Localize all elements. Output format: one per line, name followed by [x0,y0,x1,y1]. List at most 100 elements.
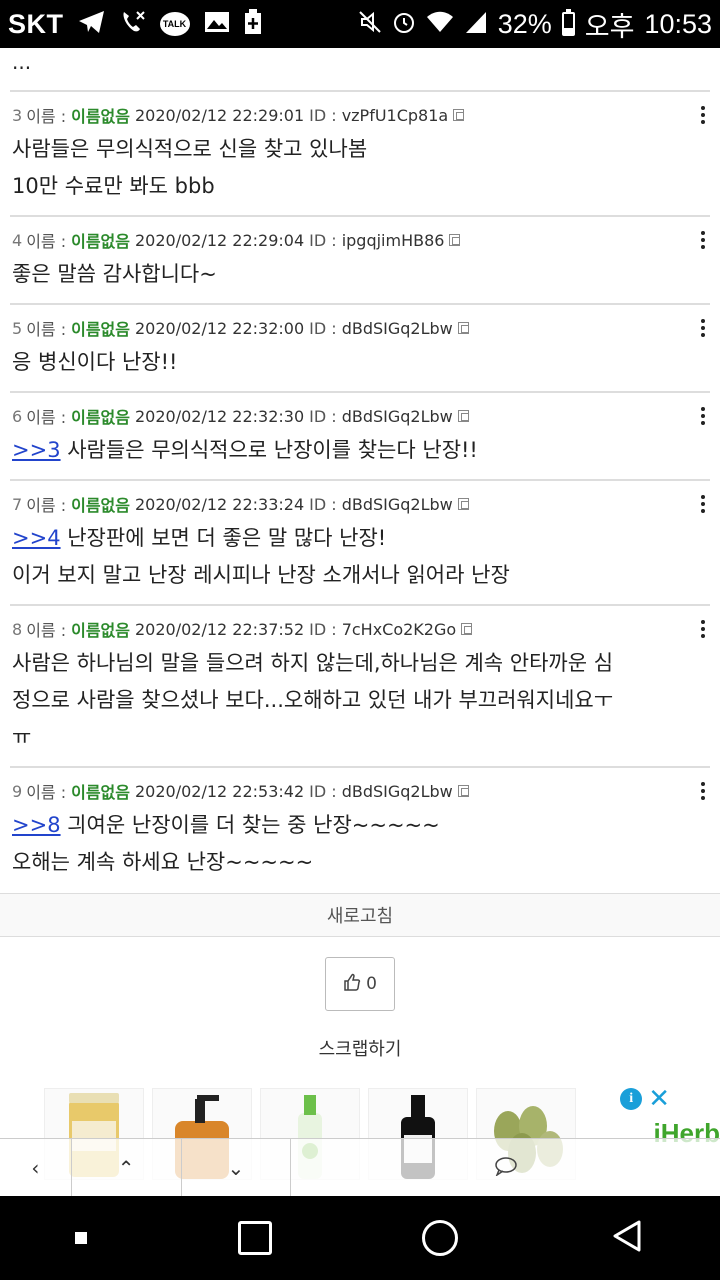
comment-meta: 8 이름 : 이름없음 2020/02/12 22:37:52 ID : 7cH… [12,618,708,640]
comment-line: ㅠ [12,719,708,756]
name-label: 이름 : [26,232,67,251]
more-options-icon[interactable] [700,319,706,337]
comment-line: 응 병신이다 난장!! [12,344,708,381]
menu-dot-icon[interactable] [75,1232,88,1244]
battery-icon [561,9,575,36]
author-id: ipgqjimHB86 [341,230,445,250]
scrap-button[interactable]: 스크랩하기 [0,1035,720,1061]
comment-number[interactable]: 6 [12,407,22,426]
comment-line: >>3 사람들은 무의식적으로 난장이를 찾는다 난장!! [12,432,708,469]
copy-icon[interactable] [457,785,469,797]
home-button[interactable] [422,1220,459,1256]
author-name: 이름없음 [71,232,130,251]
copy-icon[interactable] [457,410,469,422]
gallery-icon [204,11,230,37]
comment-text: 긔여운 난장이를 더 찾는 중 난장~~~~~ [60,813,440,837]
comment-number[interactable]: 9 [12,782,22,801]
comment-text: ㅠ [12,725,32,749]
comment-meta: 7 이름 : 이름없음 2020/02/12 22:33:24 ID : dBd… [12,493,708,515]
reply-anchor-link[interactable]: >>3 [12,438,61,462]
author-id: dBdSIGq2Lbw [341,494,453,514]
copy-icon[interactable] [457,322,469,334]
comment-line: 오해는 계속 하세요 난장~~~~~ [12,844,708,881]
id-label: ID : [309,318,337,338]
alarm-icon [392,10,416,38]
comment-body: 좋은 말씀 감사합니다~ [12,256,708,293]
comment-number[interactable]: 5 [12,319,22,338]
comment-body: >>8 긔여운 난장이를 더 찾는 중 난장~~~~~ 오해는 계속 하세요 난장… [12,807,708,881]
comment-body: 사람은 하나님의 말을 들으려 하지 않는데,하나님은 계속 안타까운 심정으로… [12,645,708,756]
signal-icon [464,10,488,38]
status-bar: SKT TALK 32% 오후 10:53 [0,0,720,48]
copy-icon[interactable] [449,234,461,246]
comment-meta: 9 이름 : 이름없음 2020/02/12 22:53:42 ID : dBd… [12,780,708,802]
comment-text: 10만 수료만 봐도 bbb [12,174,215,198]
thread-content: ... 3 이름 : 이름없음 2020/02/12 22:29:01 ID :… [0,48,720,1061]
comment-number[interactable]: 7 [12,495,22,514]
id-label: ID : [309,230,337,250]
clock: 10:53 [644,8,712,39]
comment-list: 3 이름 : 이름없음 2020/02/12 22:29:01 ID : vzP… [0,90,720,891]
reply-anchor-link[interactable]: >>8 [12,813,61,837]
more-options-icon[interactable] [700,782,706,800]
more-options-icon[interactable] [700,231,706,249]
mute-icon [358,10,382,38]
comment-line: 좋은 말씀 감사합니다~ [12,256,708,293]
comment-date: 2020/02/12 22:53:42 [135,781,305,801]
wifi-icon [426,10,454,38]
name-label: 이름 : [26,496,67,515]
comment-item: 5 이름 : 이름없음 2020/02/12 22:32:00 ID : dBd… [0,305,720,391]
thumbs-up-icon [343,973,361,996]
scroll-down-button[interactable]: ⌄ [182,1139,292,1197]
author-name: 이름없음 [71,408,130,427]
comment-meta: 4 이름 : 이름없음 2020/02/12 22:29:04 ID : ipg… [12,229,708,251]
comment-item: 7 이름 : 이름없음 2020/02/12 22:33:24 ID : dBd… [0,481,720,604]
comment-date: 2020/02/12 22:29:04 [135,230,305,250]
comment-number[interactable]: 3 [12,106,22,125]
comment-body: 응 병신이다 난장!! [12,344,708,381]
back-button[interactable]: ‹ [0,1139,72,1197]
comment-text: 응 병신이다 난장!! [12,350,178,374]
more-options-icon[interactable] [700,495,706,513]
author-id: 7cHxCo2K2Go [341,619,457,639]
ad-close-icon[interactable]: ✕ [648,1086,670,1112]
comment-line: 사람은 하나님의 말을 들으려 하지 않는데,하나님은 계속 안타까운 심 [12,645,708,682]
comment-date: 2020/02/12 22:33:24 [135,494,305,514]
reply-anchor-link[interactable]: >>4 [12,526,61,550]
comment-number[interactable]: 4 [12,231,22,250]
chat-bubble-icon [494,1156,518,1181]
battery-fill [563,27,573,34]
comment-text: 이거 보지 말고 난장 레시피나 난장 소개서나 읽어라 난장 [12,563,510,587]
comment-line: >>8 긔여운 난장이를 더 찾는 중 난장~~~~~ [12,807,708,844]
like-button[interactable]: 0 [325,957,395,1011]
comment-text: 정으로 사람을 찾으셨나 보다...오해하고 있던 내가 부끄러워지네요ㅜ [12,688,614,712]
comment-body: >>4 난장판에 보면 더 좋은 말 많다 난장! 이거 보지 말고 난장 레시피… [12,520,708,594]
comment-item: 9 이름 : 이름없음 2020/02/12 22:53:42 ID : dBd… [0,768,720,891]
recents-button[interactable] [237,1221,272,1255]
comment-body: 사람들은 무의식적으로 신을 찾고 있나봄 10만 수료만 봐도 bbb [12,131,708,205]
ampm-label: 오후 [584,11,635,42]
comment-line: >>4 난장판에 보면 더 좋은 말 많다 난장! [12,520,708,557]
kakaotalk-icon: TALK [159,12,190,36]
comment-write-button[interactable] [291,1139,720,1197]
copy-icon[interactable] [457,498,469,510]
scroll-up-button[interactable]: ⌃ [72,1139,182,1197]
author-id: vzPfU1Cp81a [341,105,449,125]
back-nav-button[interactable] [609,1218,645,1258]
comment-line: 이거 보지 말고 난장 레시피나 난장 소개서나 읽어라 난장 [12,557,708,594]
refresh-button[interactable]: 새로고침 [0,893,720,937]
comment-number[interactable]: 8 [12,620,22,639]
ad-info-icon[interactable]: i [620,1088,643,1110]
author-name: 이름없음 [71,783,130,802]
more-options-icon[interactable] [700,620,706,638]
comment-date: 2020/02/12 22:29:01 [135,105,305,125]
author-id: dBdSIGq2Lbw [341,406,453,426]
more-options-icon[interactable] [700,106,706,124]
comment-line: 사람들은 무의식적으로 신을 찾고 있나봄 [12,131,708,168]
copy-icon[interactable] [461,623,473,635]
copy-icon[interactable] [453,109,465,121]
comment-meta: 5 이름 : 이름없음 2020/02/12 22:32:00 ID : dBd… [12,317,708,339]
comment-date: 2020/02/12 22:32:00 [135,318,305,338]
author-name: 이름없음 [71,496,130,515]
more-options-icon[interactable] [700,407,706,425]
